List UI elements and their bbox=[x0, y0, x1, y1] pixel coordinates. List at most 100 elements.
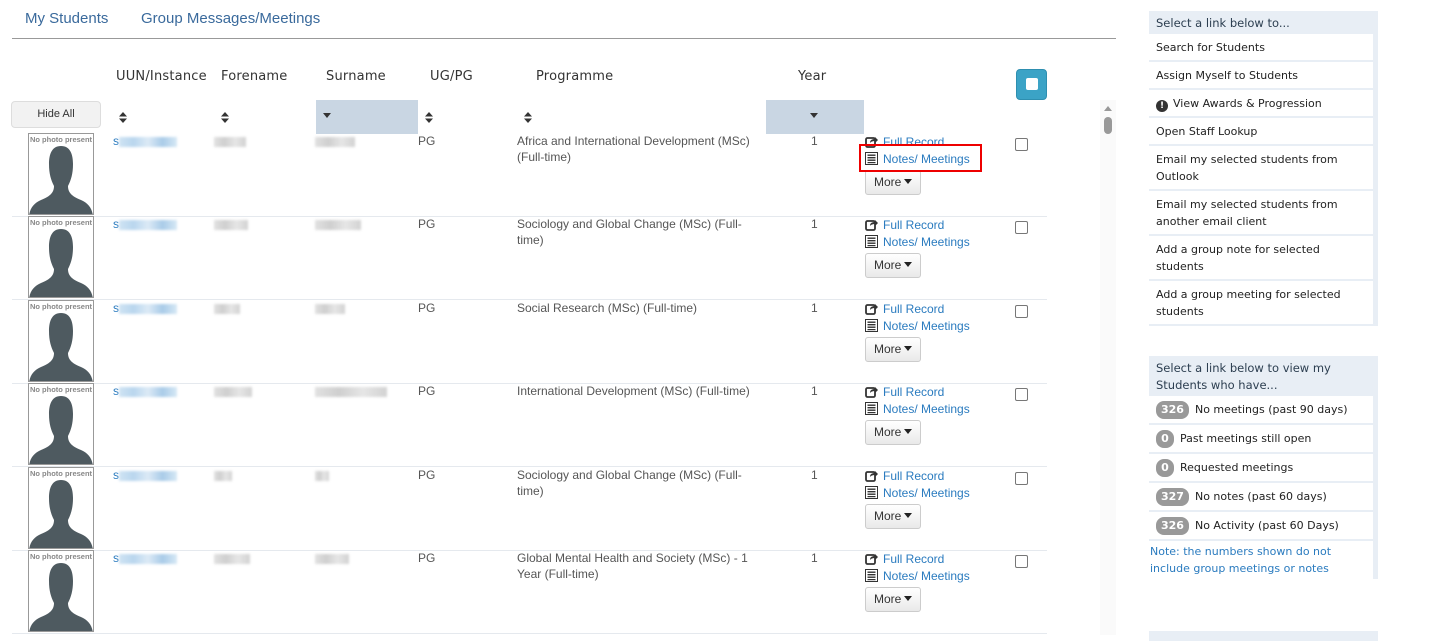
notes-meetings-label: Notes/ Meetings bbox=[883, 568, 970, 583]
link-view-awards-progression[interactable]: ! View Awards & Progression bbox=[1149, 90, 1373, 118]
select-all-button[interactable] bbox=[1016, 69, 1047, 100]
row-select-checkbox[interactable] bbox=[1015, 221, 1028, 234]
student-photo-placeholder: No photo present bbox=[28, 550, 94, 632]
programme-cell: Social Research (MSc) (Full-time) bbox=[517, 301, 698, 315]
column-header-forename[interactable]: Forename bbox=[221, 69, 288, 84]
more-dropdown-button[interactable]: More bbox=[865, 420, 921, 445]
more-dropdown-button[interactable]: More bbox=[865, 170, 921, 195]
external-link-icon bbox=[865, 385, 878, 398]
list-document-icon bbox=[865, 319, 878, 332]
sort-uun[interactable] bbox=[113, 100, 213, 134]
more-dropdown-button[interactable]: More bbox=[865, 504, 921, 529]
tab-my-students[interactable]: My Students bbox=[25, 10, 108, 27]
sort-programme[interactable] bbox=[518, 100, 766, 134]
actions-panel-header: Select a link below to... bbox=[1156, 16, 1290, 30]
notes-meetings-label: Notes/ Meetings bbox=[883, 485, 970, 500]
sort-year[interactable] bbox=[766, 100, 864, 134]
column-header-ugpg[interactable]: UG/PG bbox=[430, 69, 473, 84]
link-add-group-note[interactable]: Add a group note for selected students bbox=[1149, 236, 1373, 281]
ugpg-cell: PG bbox=[418, 134, 436, 148]
stat-no-meetings[interactable]: 326 No meetings (past 90 days) bbox=[1149, 396, 1373, 425]
uun-link[interactable]: s bbox=[113, 216, 177, 232]
row-select-checkbox[interactable] bbox=[1015, 138, 1028, 151]
row-select-checkbox[interactable] bbox=[1015, 555, 1028, 568]
count-badge: 0 bbox=[1156, 430, 1174, 448]
scrollbar-thumb[interactable] bbox=[1104, 117, 1112, 134]
uun-link[interactable]: s bbox=[113, 300, 177, 316]
row-select-checkbox[interactable] bbox=[1015, 472, 1028, 485]
surname-cell bbox=[315, 467, 329, 483]
row-select-checkbox[interactable] bbox=[1015, 305, 1028, 318]
photo-caption: No photo present bbox=[29, 552, 93, 561]
row-select-checkbox[interactable] bbox=[1015, 388, 1028, 401]
stat-no-notes[interactable]: 327 No notes (past 60 days) bbox=[1149, 483, 1373, 512]
column-header-uun[interactable]: UUN/Instance bbox=[116, 69, 207, 84]
full-record-link[interactable]: Full Record bbox=[865, 216, 995, 233]
stat-no-activity[interactable]: 326 No Activity (past 60 Days) bbox=[1149, 512, 1373, 541]
more-dropdown-button[interactable]: More bbox=[865, 253, 921, 278]
redacted-uun bbox=[119, 219, 177, 230]
full-record-link[interactable]: Full Record bbox=[865, 550, 995, 567]
link-email-outlook[interactable]: Email my selected students from Outlook bbox=[1149, 146, 1373, 191]
stats-panel-header: Select a link below to view my Students … bbox=[1156, 361, 1331, 392]
column-header-year[interactable]: Year bbox=[798, 69, 826, 84]
notes-meetings-link[interactable]: Notes/ Meetings bbox=[865, 150, 995, 167]
notes-meetings-link[interactable]: Notes/ Meetings bbox=[865, 484, 995, 501]
uun-link[interactable]: s bbox=[113, 383, 177, 399]
redacted-forename bbox=[214, 136, 246, 147]
link-add-group-meeting[interactable]: Add a group meeting for selected student… bbox=[1149, 281, 1373, 326]
full-record-link[interactable]: Full Record bbox=[865, 383, 995, 400]
more-dropdown-button[interactable]: More bbox=[865, 337, 921, 362]
surname-cell bbox=[315, 550, 349, 566]
stat-label: Past meetings still open bbox=[1180, 432, 1312, 445]
redacted-forename bbox=[214, 470, 232, 481]
more-dropdown-button[interactable]: More bbox=[865, 587, 921, 612]
scroll-up-arrow-icon[interactable] bbox=[1104, 106, 1112, 111]
column-header-surname[interactable]: Surname bbox=[326, 69, 386, 84]
full-record-label: Full Record bbox=[883, 468, 945, 483]
full-record-link[interactable]: Full Record bbox=[865, 300, 995, 317]
sort-surname[interactable] bbox=[316, 100, 418, 134]
tab-group-messages-meetings[interactable]: Group Messages/Meetings bbox=[141, 10, 320, 27]
redacted-uun bbox=[119, 386, 177, 397]
row-actions: Full Record Notes/ Meetings More bbox=[865, 133, 995, 195]
link-open-staff-lookup[interactable]: Open Staff Lookup bbox=[1149, 118, 1373, 146]
list-document-icon bbox=[865, 235, 878, 248]
notes-meetings-link[interactable]: Notes/ Meetings bbox=[865, 317, 995, 334]
link-label: Search for Students bbox=[1156, 41, 1265, 54]
count-badge: 326 bbox=[1156, 517, 1189, 535]
redacted-surname bbox=[315, 386, 387, 397]
link-label: Add a group note for selected students bbox=[1156, 243, 1320, 273]
notes-meetings-link[interactable]: Notes/ Meetings bbox=[865, 567, 995, 584]
link-search-students[interactable]: Search for Students bbox=[1149, 34, 1373, 62]
uun-link[interactable]: s bbox=[113, 550, 177, 566]
full-record-link[interactable]: Full Record bbox=[865, 133, 995, 150]
column-header-programme[interactable]: Programme bbox=[536, 69, 613, 84]
link-email-other-client[interactable]: Email my selected students from another … bbox=[1149, 191, 1373, 236]
hide-all-button[interactable]: Hide All bbox=[11, 101, 101, 128]
table-row: No photo present s PG Global Mental Health … bbox=[12, 550, 1047, 634]
uun-link[interactable]: s bbox=[113, 133, 177, 149]
student-photo-placeholder: No photo present bbox=[28, 467, 94, 549]
full-record-link[interactable]: Full Record bbox=[865, 467, 995, 484]
uun-link[interactable]: s bbox=[113, 467, 177, 483]
link-label: Email my selected students from another … bbox=[1156, 198, 1338, 228]
link-assign-myself[interactable]: Assign Myself to Students bbox=[1149, 62, 1373, 90]
notes-meetings-link[interactable]: Notes/ Meetings bbox=[865, 233, 995, 250]
scrollbar[interactable] bbox=[1100, 100, 1116, 635]
full-record-label: Full Record bbox=[883, 384, 945, 399]
redacted-forename bbox=[214, 219, 248, 230]
redacted-surname bbox=[315, 470, 329, 481]
notes-meetings-link[interactable]: Notes/ Meetings bbox=[865, 400, 995, 417]
link-label: Add a group meeting for selected student… bbox=[1156, 288, 1341, 318]
photo-caption: No photo present bbox=[29, 302, 93, 311]
caret-down-icon bbox=[904, 262, 913, 267]
stat-past-meetings-open[interactable]: 0 Past meetings still open bbox=[1149, 425, 1373, 454]
stat-requested-meetings[interactable]: 0 Requested meetings bbox=[1149, 454, 1373, 483]
sort-forename[interactable] bbox=[213, 100, 313, 134]
sort-ugpg[interactable] bbox=[418, 100, 518, 134]
redacted-uun bbox=[119, 470, 177, 481]
sort-desc-icon bbox=[810, 113, 818, 124]
photo-caption: No photo present bbox=[29, 135, 93, 144]
caret-down-icon bbox=[904, 346, 913, 351]
